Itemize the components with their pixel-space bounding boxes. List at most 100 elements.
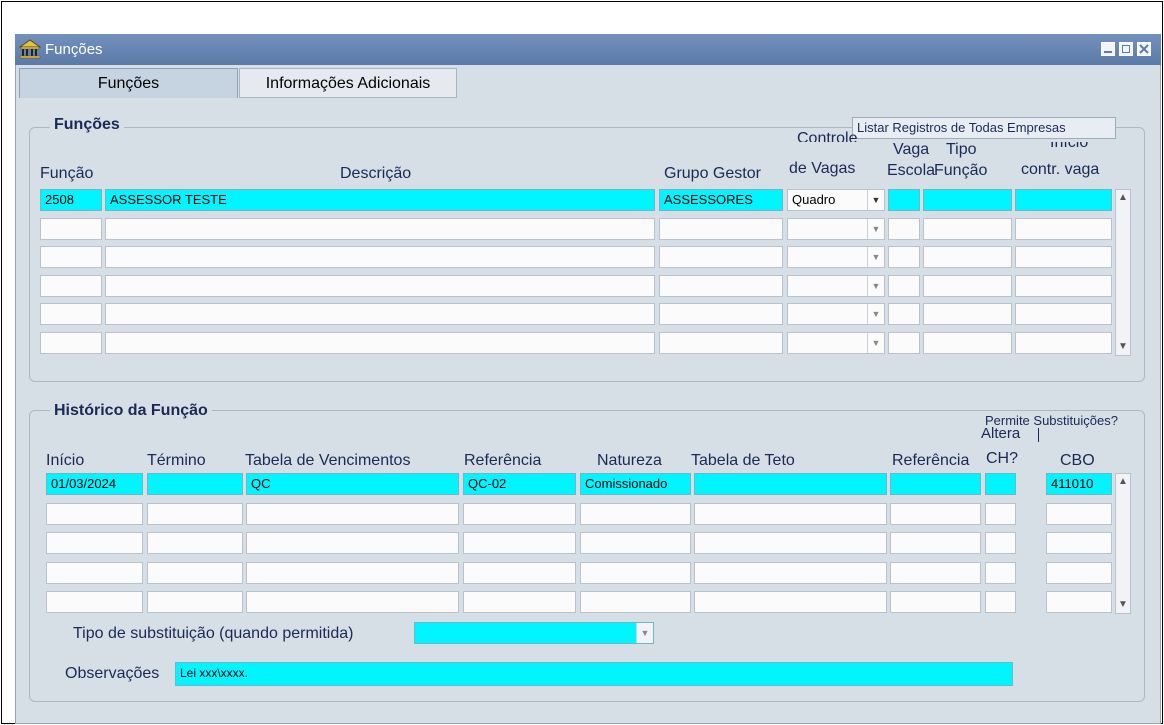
natureza-cell[interactable]: [580, 532, 691, 554]
descricao-cell[interactable]: [105, 274, 655, 297]
funcao-cell[interactable]: [40, 331, 102, 354]
chevron-down-icon[interactable]: ▼: [867, 332, 884, 353]
close-button[interactable]: [1137, 42, 1151, 56]
altera-ch-cell[interactable]: [985, 532, 1016, 554]
termino-cell[interactable]: [147, 502, 243, 525]
controle-vagas-select[interactable]: ▼: [787, 303, 885, 325]
vaga-escola-cell[interactable]: [888, 303, 920, 325]
referencia-2-cell[interactable]: [890, 591, 981, 613]
tab-funcoes[interactable]: Funções: [19, 68, 238, 98]
controle-vagas-select[interactable]: ▼: [787, 274, 885, 297]
inicio-contr-vaga-cell[interactable]: [1015, 274, 1112, 297]
listar-registros-tooltip[interactable]: Listar Registros de Todas Empresas: [852, 117, 1116, 139]
tipo-funcao-cell[interactable]: [923, 246, 1012, 268]
descricao-cell[interactable]: [105, 303, 655, 325]
chevron-down-icon[interactable]: ▼: [867, 247, 884, 267]
grupo-gestor-cell[interactable]: [659, 217, 783, 240]
inicio-cell[interactable]: [46, 502, 143, 525]
chevron-down-icon[interactable]: ▼: [636, 623, 653, 643]
tab-informacoes-adicionais[interactable]: Informações Adicionais: [239, 68, 457, 98]
vaga-escola-cell[interactable]: [888, 217, 920, 240]
scroll-up-icon[interactable]: ▲: [1116, 190, 1130, 206]
inicio-contr-vaga-cell[interactable]: [1015, 217, 1112, 240]
referencia-2-cell[interactable]: [890, 561, 981, 584]
tipo-substituicao-select[interactable]: ▼: [414, 622, 654, 644]
tabela-vencimentos-cell[interactable]: [246, 502, 459, 525]
chevron-down-icon[interactable]: ▼: [867, 190, 884, 210]
tipo-funcao-cell[interactable]: [923, 274, 1012, 297]
tipo-funcao-cell[interactable]: [923, 217, 1012, 240]
referencia-cell[interactable]: [463, 561, 576, 584]
controle-vagas-select[interactable]: Quadro ▼: [787, 189, 885, 211]
grupo-gestor-cell[interactable]: ASSESSORES: [659, 189, 783, 211]
minimize-button[interactable]: [1101, 42, 1115, 56]
funcao-cell[interactable]: [40, 246, 102, 268]
referencia-cell[interactable]: QC-02: [463, 473, 576, 495]
altera-ch-cell[interactable]: [985, 502, 1016, 525]
inicio-cell[interactable]: [46, 561, 143, 584]
grupo-gestor-cell[interactable]: [659, 246, 783, 268]
descricao-cell[interactable]: [105, 217, 655, 240]
funcao-cell[interactable]: [40, 274, 102, 297]
cbo-cell[interactable]: [1046, 532, 1112, 554]
referencia-2-cell[interactable]: [890, 473, 981, 495]
natureza-cell[interactable]: [580, 591, 691, 613]
cbo-cell[interactable]: [1046, 502, 1112, 525]
funcao-cell[interactable]: [40, 303, 102, 325]
chevron-down-icon[interactable]: ▼: [867, 304, 884, 324]
inicio-cell[interactable]: [46, 591, 143, 613]
referencia-2-cell[interactable]: [890, 532, 981, 554]
grupo-gestor-cell[interactable]: [659, 303, 783, 325]
inicio-cell[interactable]: [46, 532, 143, 554]
funcao-cell[interactable]: [40, 217, 102, 240]
controle-vagas-select[interactable]: ▼: [787, 331, 885, 354]
controle-vagas-select[interactable]: ▼: [787, 246, 885, 268]
scroll-down-icon[interactable]: ▼: [1116, 339, 1130, 355]
observacoes-field[interactable]: Lei xxx\xxxx.: [175, 662, 1013, 686]
cbo-cell[interactable]: [1046, 561, 1112, 584]
altera-ch-cell[interactable]: [985, 473, 1016, 495]
descricao-cell[interactable]: [105, 246, 655, 268]
grupo-gestor-cell[interactable]: [659, 274, 783, 297]
natureza-cell[interactable]: Comissionado: [580, 473, 691, 495]
inicio-contr-vaga-cell[interactable]: [1015, 189, 1112, 211]
inicio-contr-vaga-cell[interactable]: [1015, 246, 1112, 268]
tipo-funcao-cell[interactable]: [923, 303, 1012, 325]
tabela-vencimentos-cell[interactable]: [246, 591, 459, 613]
altera-ch-cell[interactable]: [985, 561, 1016, 584]
referencia-cell[interactable]: [463, 532, 576, 554]
termino-cell[interactable]: [147, 473, 243, 495]
natureza-cell[interactable]: [580, 502, 691, 525]
tabela-teto-cell[interactable]: [694, 473, 887, 495]
descricao-cell[interactable]: ASSESSOR TESTE: [105, 189, 655, 211]
tipo-funcao-cell[interactable]: [923, 189, 1012, 211]
vaga-escola-cell[interactable]: [888, 189, 920, 211]
cbo-cell[interactable]: [1046, 591, 1112, 613]
cbo-cell[interactable]: 411010: [1046, 473, 1112, 495]
referencia-cell[interactable]: [463, 502, 576, 525]
tabela-vencimentos-cell[interactable]: [246, 561, 459, 584]
grupo-gestor-cell[interactable]: [659, 331, 783, 354]
termino-cell[interactable]: [147, 591, 243, 613]
controle-vagas-select[interactable]: ▼: [787, 217, 885, 240]
funcao-cell[interactable]: 2508: [40, 189, 102, 211]
tabela-teto-cell[interactable]: [694, 591, 887, 613]
tabela-vencimentos-cell[interactable]: [246, 532, 459, 554]
scroll-down-icon[interactable]: ▼: [1116, 597, 1130, 613]
tipo-funcao-cell[interactable]: [923, 331, 1012, 354]
maximize-button[interactable]: [1119, 42, 1133, 56]
referencia-2-cell[interactable]: [890, 502, 981, 525]
referencia-cell[interactable]: [463, 591, 576, 613]
tabela-teto-cell[interactable]: [694, 502, 887, 525]
funcoes-scrollbar[interactable]: ▲ ▼: [1115, 189, 1131, 356]
vaga-escola-cell[interactable]: [888, 246, 920, 268]
inicio-contr-vaga-cell[interactable]: [1015, 303, 1112, 325]
termino-cell[interactable]: [147, 561, 243, 584]
descricao-cell[interactable]: [105, 331, 655, 354]
tabela-vencimentos-cell[interactable]: QC: [246, 473, 459, 495]
vaga-escola-cell[interactable]: [888, 331, 920, 354]
termino-cell[interactable]: [147, 532, 243, 554]
natureza-cell[interactable]: [580, 561, 691, 584]
chevron-down-icon[interactable]: ▼: [867, 275, 884, 296]
chevron-down-icon[interactable]: ▼: [867, 218, 884, 239]
